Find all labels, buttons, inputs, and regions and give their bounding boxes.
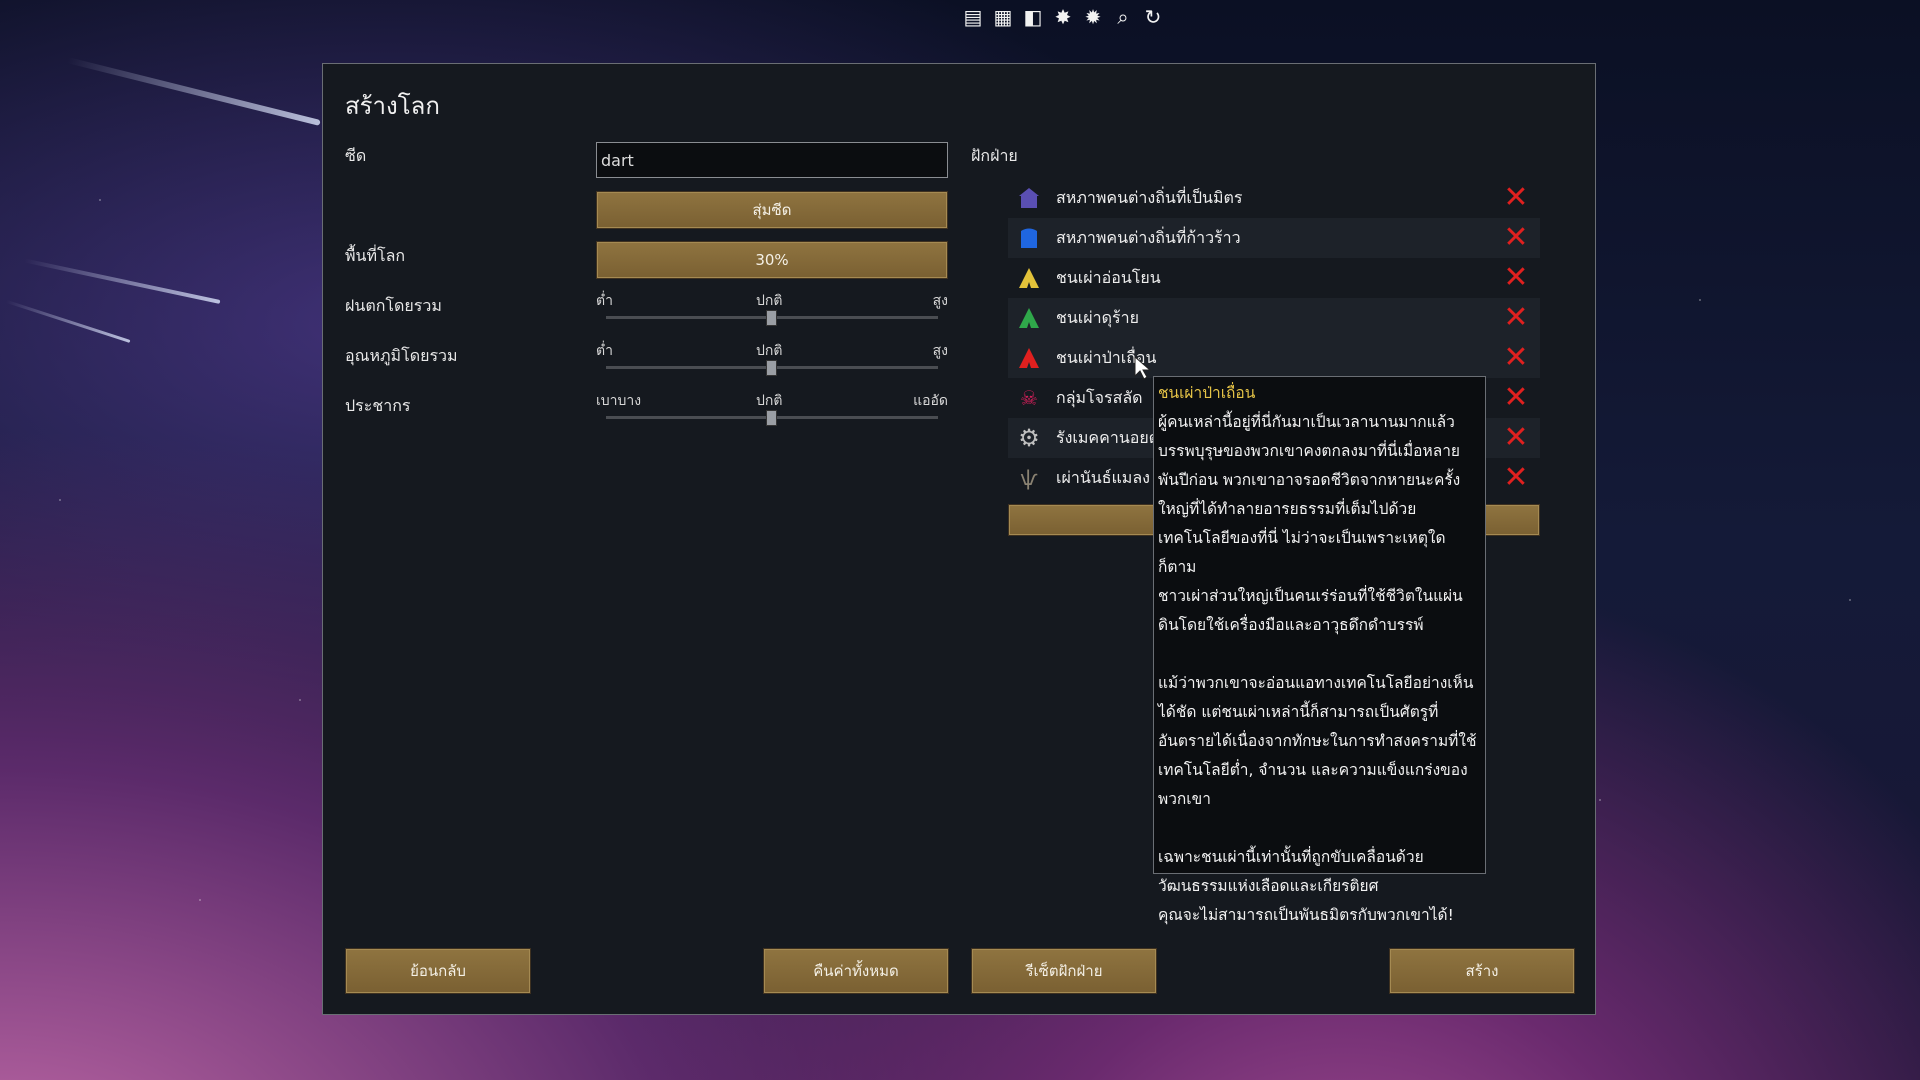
- coverage-label: พื้นที่โลก: [345, 246, 406, 265]
- tribe-tent-icon: [1016, 265, 1042, 291]
- gear-icon: ⚙: [1018, 424, 1040, 452]
- faction-row[interactable]: ชนเผ่าดุร้าย ✕: [1008, 298, 1540, 338]
- population-label: ประชากร: [345, 396, 411, 415]
- remove-faction-icon[interactable]: ✕: [1502, 183, 1530, 213]
- search-icon[interactable]: ⌕: [1110, 4, 1136, 30]
- temperature-slider[interactable]: ต่ำ ปกติ สูง: [596, 340, 948, 380]
- tooltip-text: คุณจะไม่สามารถเป็นพันธมิตรกับพวกเขาได้!: [1158, 906, 1454, 924]
- seed-label: ซีด: [345, 146, 367, 165]
- tooltip-text: เฉพาะชนเผ่านี้เท่านั้นที่ถูกขับเคลื่อนด้…: [1158, 848, 1424, 895]
- slider-thumb[interactable]: [766, 410, 777, 426]
- faction-tooltip: ชนเผ่าป่าเถื่อน ผู้คนเหล่านี้อยู่ที่นี่ก…: [1153, 376, 1486, 924]
- house-icon: [1016, 185, 1042, 211]
- dialog-title: สร้างโลก: [345, 92, 440, 120]
- faction-row[interactable]: สหภาพคนต่างถิ่นที่ก้าวร้าว ✕: [1008, 218, 1540, 258]
- back-button[interactable]: ย้อนกลับ: [345, 948, 531, 994]
- tooltip-text: ผู้คนเหล่านี้อยู่ที่นี่กันมาเป็นเวลานานม…: [1158, 413, 1461, 576]
- list-icon[interactable]: ▤: [960, 4, 986, 30]
- remove-faction-icon[interactable]: ✕: [1502, 223, 1530, 253]
- house-icon: [1016, 225, 1042, 251]
- spark-icon[interactable]: ✸: [1050, 4, 1076, 30]
- tooltip-text: ชาวเผ่าส่วนใหญ่เป็นคนเร่ร่อนที่ใช้ชีวิตใ…: [1158, 587, 1463, 634]
- random-seed-button[interactable]: สุ่มซีด: [596, 191, 948, 229]
- slider-high-label: สูง: [932, 293, 948, 309]
- reset-factions-button[interactable]: รีเซ็ตฝักฝ่าย: [971, 948, 1157, 994]
- table-icon[interactable]: ▦: [990, 4, 1016, 30]
- create-button[interactable]: สร้าง: [1389, 948, 1575, 994]
- tribe-tent-icon: [1016, 345, 1042, 371]
- faction-name: กลุ่มโจรสลัด: [1056, 387, 1143, 407]
- tooltip-text: แม้ว่าพวกเขาจะอ่อนแอทางเทคโนโลยีอย่างเห็…: [1158, 674, 1477, 808]
- remove-faction-icon[interactable]: ✕: [1502, 383, 1530, 413]
- faction-name: สหภาพคนต่างถิ่นที่ก้าวร้าว: [1056, 227, 1241, 247]
- spark-alt-icon[interactable]: ✹: [1080, 4, 1106, 30]
- faction-name: เผ่านันธ์แมลง: [1056, 467, 1150, 487]
- rainfall-label: ฝนตกโดยรวม: [345, 296, 442, 315]
- slider-high-label: แออัด: [913, 393, 948, 409]
- faction-row[interactable]: ชนเผ่าอ่อนโยน ✕: [1008, 258, 1540, 298]
- faction-name: สหภาพคนต่างถิ่นที่เป็นมิตร: [1056, 187, 1243, 207]
- population-slider[interactable]: เบาบาง ปกติ แออัด: [596, 390, 948, 430]
- temperature-label: อุณหภูมิโดยรวม: [345, 346, 458, 365]
- faction-row[interactable]: สหภาพคนต่างถิ่นที่เป็นมิตร ✕: [1008, 178, 1540, 218]
- top-toolbar: ▤ ▦ ◧ ✸ ✹ ⌕ ↻: [960, 4, 1166, 30]
- slider-thumb[interactable]: [766, 310, 777, 326]
- coverage-button[interactable]: 30%: [596, 241, 948, 279]
- faction-name: ชนเผ่าดุร้าย: [1056, 307, 1139, 327]
- slider-mid-label: ปกติ: [756, 393, 783, 409]
- refresh-icon[interactable]: ↻: [1140, 4, 1166, 30]
- slider-high-label: สูง: [932, 343, 948, 359]
- remove-faction-icon[interactable]: ✕: [1502, 303, 1530, 333]
- mouse-cursor-icon: [1134, 356, 1152, 380]
- insect-icon: ѱ: [1020, 466, 1038, 490]
- remove-faction-icon[interactable]: ✕: [1502, 423, 1530, 453]
- tribe-tent-icon: [1016, 305, 1042, 331]
- reset-all-button[interactable]: คืนค่าทั้งหมด: [763, 948, 949, 994]
- remove-faction-icon[interactable]: ✕: [1502, 263, 1530, 293]
- faction-name: ชนเผ่าอ่อนโยน: [1056, 267, 1161, 287]
- seed-input[interactable]: [596, 142, 948, 178]
- slider-low-label: เบาบาง: [596, 393, 642, 409]
- factions-title: ฝักฝ่าย: [971, 146, 1018, 165]
- faction-row[interactable]: ชนเผ่าป่าเถื่อน ✕: [1008, 338, 1540, 378]
- skull-icon: ☠: [1020, 386, 1038, 410]
- stack-icon[interactable]: ◧: [1020, 4, 1046, 30]
- faction-name: รังเมคคานอยด์: [1056, 427, 1160, 447]
- remove-faction-icon[interactable]: ✕: [1502, 463, 1530, 493]
- slider-thumb[interactable]: [766, 360, 777, 376]
- remove-faction-icon[interactable]: ✕: [1502, 343, 1530, 373]
- tooltip-title: ชนเผ่าป่าเถื่อน: [1158, 384, 1256, 402]
- slider-mid-label: ปกติ: [756, 343, 783, 359]
- slider-low-label: ต่ำ: [596, 293, 613, 309]
- slider-low-label: ต่ำ: [596, 343, 613, 359]
- rainfall-slider[interactable]: ต่ำ ปกติ สูง: [596, 290, 948, 330]
- slider-mid-label: ปกติ: [756, 293, 783, 309]
